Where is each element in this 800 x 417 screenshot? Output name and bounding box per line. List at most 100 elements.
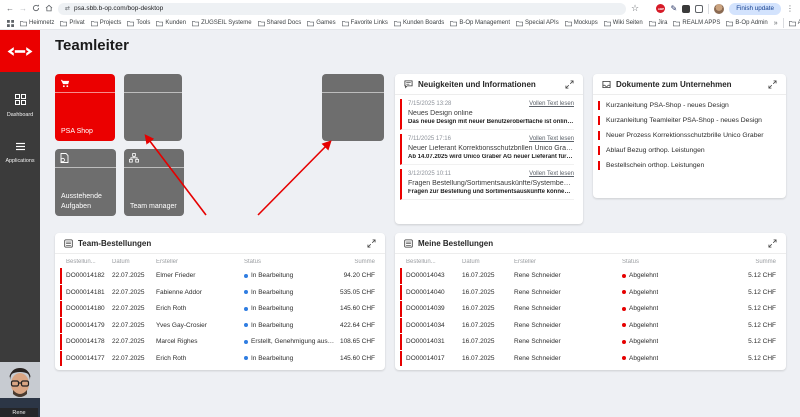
folder-icon (649, 20, 656, 27)
bookmark-folder[interactable]: Kunden Boards (394, 20, 444, 27)
status-dot (622, 340, 626, 344)
document-link[interactable]: Ablauf Bezug orthop. Leistungen (598, 146, 777, 155)
order-status: Abgelehnt (622, 305, 740, 312)
my-orders-rows: DO00014043 16.07.2025 Rene Schneider Abg… (395, 268, 786, 366)
bookmark-folder[interactable]: Wiki Seiten (604, 20, 643, 27)
order-date: 22.07.2025 (112, 305, 156, 312)
dark-extension-icon[interactable] (682, 5, 690, 13)
folder-icon (20, 20, 27, 27)
order-number: DO00014179 (66, 322, 112, 329)
bookmarks-bar: Heimnetz Privat Projects Tools Kunden (0, 17, 800, 30)
bookmark-folder[interactable]: Special APIs (516, 20, 559, 27)
table-row[interactable]: DO00014182 22.07.2025 Elmer Frieder In B… (60, 268, 375, 284)
sidebar-item-dashboard[interactable]: Dashboard (0, 92, 40, 118)
bookmark-folder[interactable]: B-Op Admin (726, 20, 767, 27)
sidebar-item-applications[interactable]: Applications (0, 138, 40, 164)
order-creator: Marcel Righes (156, 338, 244, 345)
document-link[interactable]: Bestellschein orthop. Leistungen (598, 161, 777, 170)
address-bar[interactable]: ⇄ psa.sbb.b-op.com/bop-desktop (58, 3, 626, 15)
read-full-text-link[interactable]: Vollen Text lesen (529, 136, 574, 142)
order-date: 22.07.2025 (112, 289, 156, 296)
documents-panel: Dokumente zum Unternehmen Kurzanleitung … (593, 74, 786, 198)
back-icon[interactable]: ← (6, 5, 14, 13)
browser-menu-icon[interactable]: ⋮ (786, 4, 794, 13)
bookmarks-overflow-icon[interactable]: » (774, 20, 778, 27)
table-row[interactable]: DO00014034 16.07.2025 Rene Schneider Abg… (400, 318, 776, 334)
document-link[interactable]: Neuer Prozess Korrektionsschutzbrille Un… (598, 131, 777, 140)
my-orders-title: Meine Bestellungen (418, 239, 493, 248)
dashboard-icon (15, 94, 26, 105)
table-row[interactable]: DO00014040 16.07.2025 Rene Schneider Abg… (400, 285, 776, 301)
adblock-extension-icon[interactable]: ABP (656, 4, 665, 13)
table-row[interactable]: DO00014181 22.07.2025 Fabienne Addor In … (60, 285, 375, 301)
order-status: In Bearbeitung (244, 305, 338, 312)
order-creator: Rene Schneider (514, 338, 622, 345)
bookmark-folder[interactable]: Privat (60, 20, 84, 27)
read-full-text-link[interactable]: Vollen Text lesen (529, 171, 574, 177)
bookmark-folder[interactable]: Favorite Links (342, 20, 388, 27)
order-creator: Rene Schneider (514, 322, 622, 329)
all-bookmarks-button[interactable]: All Bookmarks (789, 20, 800, 27)
folder-icon (726, 20, 733, 27)
expand-icon[interactable] (565, 80, 574, 89)
expand-icon[interactable] (768, 239, 777, 248)
document-link[interactable]: Kurzanleitung Teamleiter PSA-Shop - neue… (598, 116, 777, 125)
team-orders-title: Team-Bestellungen (78, 239, 151, 248)
extensions-icon[interactable] (695, 5, 703, 13)
table-row[interactable]: DO00014180 22.07.2025 Erich Roth In Bear… (60, 301, 375, 317)
user-avatar[interactable]: Rene (0, 362, 40, 417)
folder-icon (394, 20, 401, 27)
news-chat-icon (404, 80, 413, 89)
bookmark-folder[interactable]: Projects (91, 20, 122, 27)
status-dot (244, 307, 248, 311)
arrow-to-tile-2 (258, 142, 330, 215)
finish-update-button[interactable]: Finish update (729, 3, 781, 15)
table-row[interactable]: DO00014017 16.07.2025 Rene Schneider Abg… (400, 351, 776, 367)
bookmark-folder[interactable]: Jira (649, 20, 668, 27)
bookmark-star-icon[interactable]: ☆ (631, 4, 639, 13)
tile-team-manager[interactable]: Team manager (124, 149, 184, 216)
order-number: DO00014017 (406, 355, 462, 362)
home-icon[interactable] (45, 4, 53, 14)
order-sum: 145.60 CHF (338, 355, 375, 362)
news-snippet: Das neue Design mit neuer Benutzeroberfl… (408, 119, 574, 125)
bookmark-folder[interactable]: Heimnetz (20, 20, 54, 27)
sbb-logo[interactable] (0, 30, 40, 72)
bookmark-folder[interactable]: Mockups (565, 20, 598, 27)
browser-profile-avatar[interactable] (714, 4, 724, 14)
status-dot (244, 323, 248, 327)
table-row[interactable]: DO00014178 22.07.2025 Marcel Righes Erst… (60, 334, 375, 350)
table-row[interactable]: DO00014043 16.07.2025 Rene Schneider Abg… (400, 268, 776, 284)
bookmark-folder[interactable]: ZUGSEIL Systeme (192, 20, 251, 27)
read-full-text-link[interactable]: Vollen Text lesen (529, 101, 574, 107)
apps-grid-icon[interactable] (7, 17, 14, 30)
news-title: Neuer Lieferant Korrektionsschutzbrillen… (408, 145, 574, 152)
bookmark-folder[interactable]: B-Op Management (450, 20, 510, 27)
table-row[interactable]: DO00014039 16.07.2025 Rene Schneider Abg… (400, 301, 776, 317)
table-row[interactable]: DO00014179 22.07.2025 Yves Gay-Crosier I… (60, 318, 375, 334)
forward-icon[interactable]: → (19, 5, 27, 13)
order-status: Abgelehnt (622, 322, 740, 329)
team-orders-panel: Team-Bestellungen Bestellun... Datum Ers… (55, 233, 385, 370)
bookmark-folder[interactable]: Shared Docs (258, 20, 302, 27)
table-row[interactable]: DO00014177 22.07.2025 Erich Roth In Bear… (60, 351, 375, 367)
tile-ausstehende-aufgaben[interactable]: Ausstehende Aufgaben (55, 149, 116, 216)
status-dot (622, 307, 626, 311)
bookmark-folder[interactable]: Kunden (156, 20, 186, 27)
site-settings-icon[interactable]: ⇄ (65, 5, 70, 12)
reload-icon[interactable] (32, 4, 40, 14)
tile-empty-1[interactable] (124, 74, 182, 141)
table-row[interactable]: DO00014031 16.07.2025 Rene Schneider Abg… (400, 334, 776, 350)
bookmark-folder[interactable]: Games (307, 20, 335, 27)
expand-icon[interactable] (768, 80, 777, 89)
folder-icon (516, 20, 523, 27)
order-date: 16.07.2025 (462, 289, 514, 296)
document-link[interactable]: Kurzanleitung PSA-Shop - neues Design (598, 101, 777, 110)
pen-extension-icon[interactable]: ✎ (670, 5, 677, 13)
bookmark-folder[interactable]: REALM APPS (673, 20, 720, 27)
folder-icon (307, 20, 314, 27)
expand-icon[interactable] (367, 239, 376, 248)
bookmark-folder[interactable]: Tools (127, 20, 150, 27)
tile-empty-2[interactable] (322, 74, 384, 141)
tile-psa-shop[interactable]: PSA Shop (55, 74, 115, 141)
